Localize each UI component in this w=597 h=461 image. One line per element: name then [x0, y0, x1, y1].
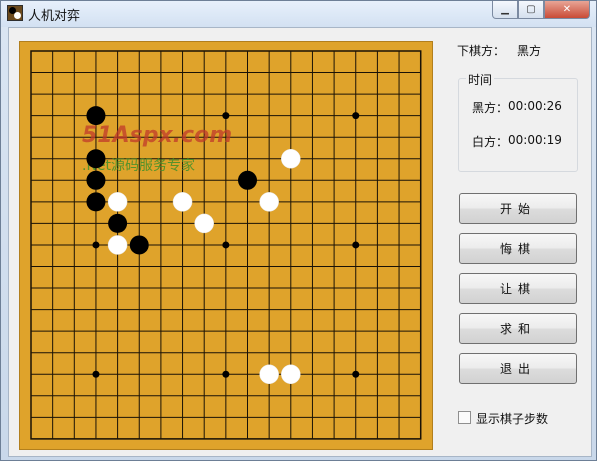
- star-point: [222, 241, 230, 249]
- maximize-icon: ▢: [526, 4, 536, 15]
- white-stone[interactable]: [259, 364, 279, 384]
- board-grid[interactable]: 51Aspx.com.Net源码服务专家: [20, 42, 432, 449]
- watermark-brand: 51Aspx.com: [82, 123, 232, 148]
- star-point: [352, 112, 360, 120]
- black-time-label: 黑方：: [472, 101, 509, 115]
- handicap-button[interactable]: 让棋: [459, 273, 577, 304]
- start-button[interactable]: 开始: [459, 193, 577, 224]
- white-stone[interactable]: [281, 149, 301, 169]
- draw-button[interactable]: 求和: [459, 313, 577, 344]
- black-stone[interactable]: [108, 213, 128, 233]
- star-point: [352, 241, 360, 249]
- time-group-legend: 时间: [466, 71, 495, 88]
- white-time-label: 白方：: [472, 135, 509, 149]
- turn-label: 下棋方：: [457, 44, 506, 58]
- go-board-icon: [7, 5, 23, 21]
- white-stone[interactable]: [172, 192, 193, 212]
- window-controls: ▁ ▢ ✕: [492, 1, 590, 19]
- white-stone[interactable]: [107, 235, 128, 255]
- white-stone[interactable]: [194, 213, 214, 234]
- black-stone[interactable]: [86, 192, 106, 212]
- go-board[interactable]: 51Aspx.com .Net源码服务专家: [19, 41, 433, 450]
- black-stone[interactable]: [86, 106, 106, 126]
- star-point: [222, 112, 230, 120]
- star-point: [352, 370, 360, 378]
- maximize-button[interactable]: ▢: [518, 1, 544, 19]
- minimize-button[interactable]: ▁: [492, 1, 518, 19]
- black-stone[interactable]: [238, 170, 257, 190]
- undo-button[interactable]: 悔棋: [459, 233, 577, 264]
- close-icon: ✕: [562, 4, 572, 15]
- show-steps-label[interactable]: 显示棋子步数: [476, 410, 548, 427]
- client-area: 51Aspx.com .Net源码服务专家 下棋方： 黑方 时间 黑方： 00:0…: [8, 27, 592, 457]
- white-stone[interactable]: [281, 364, 301, 384]
- close-button[interactable]: ✕: [544, 1, 590, 19]
- turn-value: 黑方: [517, 44, 542, 58]
- game-window: 人机对弈 ▁ ▢ ✕ 51Aspx.com .Net源码服务专家 下棋方： 黑方 …: [0, 0, 597, 461]
- white-stone[interactable]: [259, 192, 279, 212]
- title-bar[interactable]: 人机对弈 ▁ ▢ ✕: [1, 1, 596, 27]
- black-time-value: 00:00:26: [508, 99, 562, 113]
- black-stone[interactable]: [86, 149, 106, 169]
- white-stone[interactable]: [107, 192, 128, 212]
- window-title: 人机对弈: [28, 9, 81, 24]
- show-steps-checkbox[interactable]: [458, 411, 471, 424]
- minimize-icon: ▁: [501, 4, 509, 15]
- white-time-value: 00:00:19: [508, 133, 562, 147]
- black-stone[interactable]: [86, 170, 106, 190]
- star-point: [92, 370, 100, 378]
- exit-button[interactable]: 退出: [459, 353, 577, 384]
- time-group: 时间 黑方： 00:00:26 白方： 00:00:19: [458, 71, 578, 172]
- black-stone[interactable]: [129, 235, 149, 255]
- star-point: [222, 370, 230, 378]
- star-point: [92, 241, 100, 249]
